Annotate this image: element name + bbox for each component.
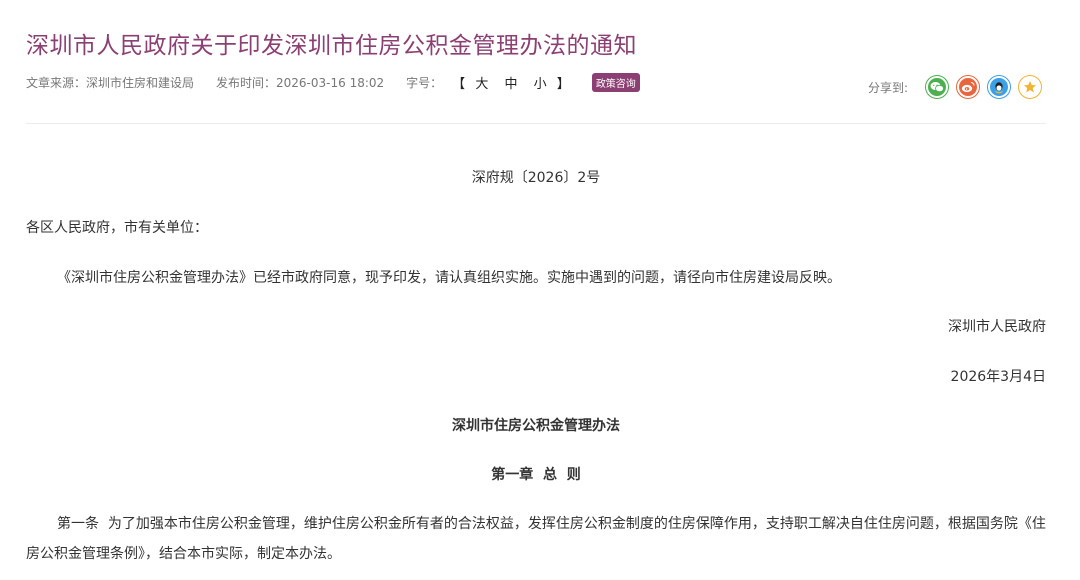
share-wechat-button[interactable] <box>925 75 949 99</box>
article-page: 深圳市人民政府关于印发深圳市住房公积金管理办法的通知 文章来源：深圳市住房和建设… <box>0 0 1080 580</box>
article-meta: 文章来源：深圳市住房和建设局 发布时间：2026-03-16 18:02 字号：… <box>26 73 640 92</box>
font-size-large-button[interactable]: 大 <box>475 77 488 92</box>
issue-date: 2026年3月4日 <box>950 369 1046 385</box>
header-divider <box>26 123 1046 124</box>
font-size-small-button[interactable]: 小 <box>534 77 547 92</box>
article-title: 深圳市人民政府关于印发深圳市住房公积金管理办法的通知 <box>26 33 637 59</box>
share-weibo-button[interactable] <box>956 75 980 99</box>
share-label: 分享到: <box>867 80 908 95</box>
document-number: 深府规〔2026〕2号 <box>471 170 601 186</box>
qq-icon <box>990 78 1008 96</box>
weibo-icon <box>959 78 977 96</box>
document-heading: 深圳市住房公积金管理办法 <box>452 418 620 434</box>
share-bar: 分享到: <box>868 75 1042 99</box>
bracket-close: 】 <box>556 77 570 92</box>
source-text: 文章来源：深圳市住房和建设局 <box>26 76 195 90</box>
favorite-star-icon <box>1021 78 1039 96</box>
share-favorite-button[interactable] <box>1018 75 1042 99</box>
bracket-open: 【 <box>452 77 466 92</box>
issuer-signature: 深圳市人民政府 <box>948 319 1046 335</box>
font-size-control: 【 大 中 小 】 <box>452 73 570 92</box>
intro-paragraph: 《深圳市住房公积金管理办法》已经市政府同意，现予印发，请认真组织实施。实施中遇到… <box>57 270 841 286</box>
chapter-heading: 第一章 总 则 <box>491 467 581 483</box>
salutation: 各区人民政府，市有关单位： <box>26 220 208 236</box>
publish-time: 发布时间：2026-03-16 18:02 <box>216 76 385 90</box>
category-badge[interactable]: 政策咨询 <box>591 73 640 92</box>
wechat-icon <box>928 78 946 96</box>
article-one-paragraph: 第一条 为了加强本市住房公积金管理，维护住房公积金所有者的合法权益，发挥住房公积… <box>26 516 1046 562</box>
share-qq-button[interactable] <box>987 75 1011 99</box>
font-size-label: 字号： <box>406 76 443 90</box>
font-size-medium-button[interactable]: 中 <box>504 77 517 92</box>
